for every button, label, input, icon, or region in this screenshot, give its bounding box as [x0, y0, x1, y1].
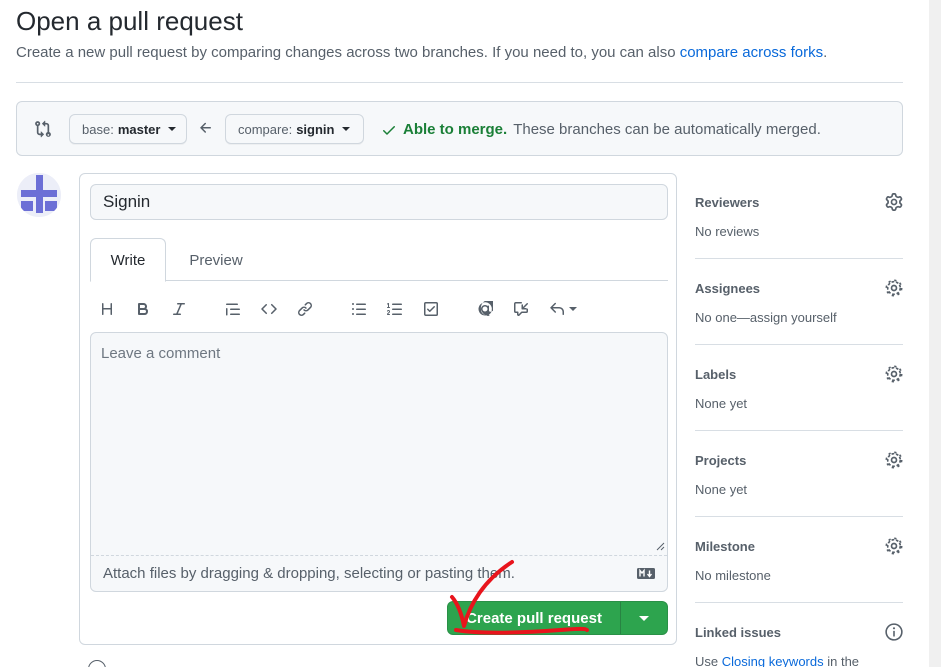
identicon-icon	[17, 173, 61, 217]
linked-issues-suffix: in the	[823, 654, 860, 667]
merge-status-text: These branches can be automatically merg…	[513, 121, 821, 138]
sidebar-value-reviewers: No reviews	[695, 224, 760, 239]
sidebar-heading-milestone: Milestone	[695, 539, 755, 554]
editor-tabs: Write Preview	[90, 238, 668, 282]
tab-preview[interactable]: Preview	[174, 238, 258, 282]
chevron-down-icon	[639, 615, 649, 621]
code-icon[interactable]	[258, 298, 280, 320]
bullet-list-icon[interactable]	[348, 298, 370, 320]
sidebar-labels: Labels None yet	[695, 345, 903, 431]
git-compare-icon	[35, 120, 51, 138]
sidebar-value-milestone: No milestone	[695, 568, 771, 583]
create-pull-request-button-group: Create pull request	[447, 601, 668, 635]
task-list-icon[interactable]	[420, 298, 442, 320]
sidebar-value-projects: None yet	[695, 482, 748, 497]
branch-range-editor: base: master compare: signin Able to mer…	[16, 101, 903, 156]
compare-prefix: compare:	[238, 121, 293, 137]
sidebar-linked-issues: Linked issues Use Closing keywords in th…	[695, 603, 903, 667]
compare-forks-link[interactable]: compare across forks	[680, 44, 823, 61]
gear-icon[interactable]	[885, 537, 903, 555]
mention-icon[interactable]	[474, 298, 496, 320]
sidebar-heading-assignees: Assignees	[695, 281, 761, 296]
pull-request-form: Write Preview	[79, 173, 677, 645]
attach-files-bar[interactable]: Attach files by dragging & dropping, sel…	[91, 555, 667, 591]
markdown-toolbar	[90, 294, 668, 324]
bold-icon[interactable]	[132, 298, 154, 320]
partial-circle-icon	[88, 660, 106, 667]
closing-keywords-link[interactable]: Closing keywords	[722, 654, 824, 667]
create-options-dropdown[interactable]	[621, 602, 667, 634]
base-branch-name: master	[117, 121, 161, 137]
reference-icon[interactable]	[510, 298, 532, 320]
base-prefix: base:	[82, 121, 114, 137]
sidebar: Reviewers No reviews Assignees No one—as…	[695, 173, 903, 667]
gear-icon[interactable]	[885, 365, 903, 383]
page-description-end: .	[823, 44, 828, 61]
chevron-down-icon	[342, 127, 351, 131]
sidebar-value-linked-issues: Use Closing keywords in the	[695, 654, 859, 667]
sidebar-value-assignees[interactable]: No one—assign yourself	[695, 310, 837, 325]
page-title: Open a pull request	[16, 6, 243, 36]
chevron-down-icon	[168, 127, 177, 131]
divider	[16, 82, 903, 83]
heading-icon[interactable]	[96, 298, 118, 320]
sidebar-projects: Projects None yet	[695, 431, 903, 517]
reply-icon[interactable]	[546, 298, 580, 320]
markdown-icon	[637, 568, 655, 579]
quote-icon[interactable]	[222, 298, 244, 320]
resize-handle-icon[interactable]	[653, 539, 665, 551]
sidebar-value-labels: None yet	[695, 396, 748, 411]
chevron-down-icon	[569, 307, 577, 311]
attach-files-text: Attach files by dragging & dropping, sel…	[103, 565, 515, 582]
link-icon[interactable]	[294, 298, 316, 320]
compare-branch-select[interactable]: compare: signin	[225, 114, 364, 144]
arrow-left-icon	[200, 122, 211, 133]
linked-issues-prefix: Use	[695, 654, 722, 667]
sidebar-heading-projects: Projects	[695, 453, 747, 468]
page-description: Create a new pull request by comparing c…	[16, 44, 827, 61]
window-scroll-track	[929, 0, 941, 667]
page-description-text: Create a new pull request by comparing c…	[16, 44, 680, 61]
gear-icon[interactable]	[885, 193, 903, 211]
gear-icon[interactable]	[885, 451, 903, 469]
create-pull-request-button[interactable]: Create pull request	[448, 602, 621, 634]
comment-textarea[interactable]	[91, 333, 667, 555]
sidebar-heading-linked-issues: Linked issues	[695, 625, 781, 640]
base-branch-select[interactable]: base: master	[69, 114, 187, 144]
comment-editor: Attach files by dragging & dropping, sel…	[90, 332, 668, 592]
title-input[interactable]	[90, 184, 668, 220]
numbered-list-icon[interactable]	[384, 298, 406, 320]
merge-ok-text: Able to merge.	[403, 121, 508, 138]
sidebar-milestone: Milestone No milestone	[695, 517, 903, 603]
avatar	[17, 173, 61, 217]
sidebar-heading-reviewers: Reviewers	[695, 195, 760, 210]
italic-icon[interactable]	[168, 298, 190, 320]
merge-status: Able to merge. These branches can be aut…	[381, 121, 821, 138]
gear-icon[interactable]	[885, 279, 903, 297]
tab-write[interactable]: Write	[90, 238, 166, 282]
compare-branch-name: signin	[296, 121, 335, 137]
sidebar-heading-labels: Labels	[695, 367, 737, 382]
sidebar-assignees: Assignees No one—assign yourself	[695, 259, 903, 345]
info-icon[interactable]	[885, 623, 903, 641]
check-icon	[383, 125, 395, 135]
sidebar-reviewers: Reviewers No reviews	[695, 173, 903, 259]
